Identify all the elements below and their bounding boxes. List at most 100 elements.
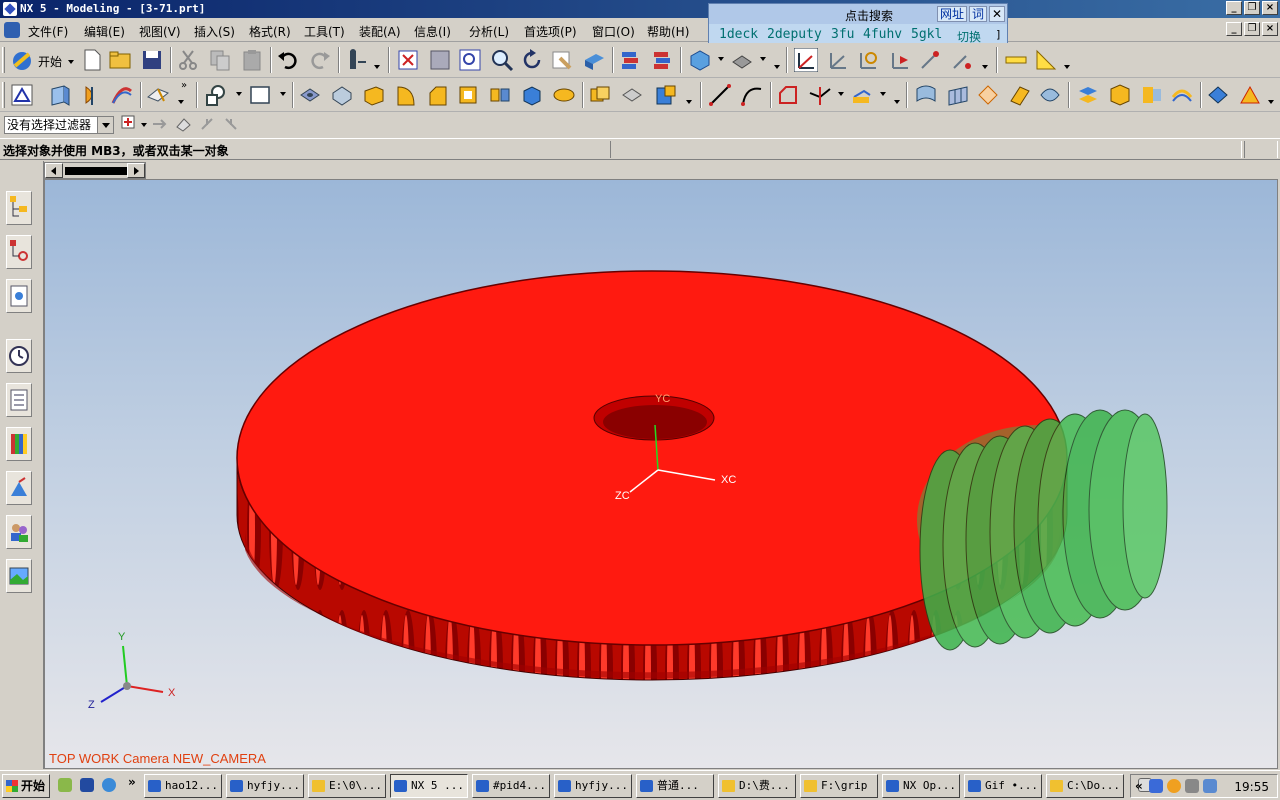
document-icon[interactable] (4, 22, 20, 38)
layer-settings-icon[interactable] (650, 48, 674, 72)
search-word-button[interactable]: 词 (968, 6, 987, 22)
curve-mesh-icon[interactable] (976, 83, 1000, 107)
undo-icon[interactable] (276, 48, 300, 72)
process-studio-tab[interactable] (6, 471, 32, 505)
minimize-button[interactable]: _ (1226, 1, 1242, 15)
zoom-icon[interactable] (490, 48, 514, 72)
offset-surface-icon[interactable] (1170, 83, 1194, 107)
taskbar-item[interactable]: #pid4... (472, 774, 550, 798)
subtract-icon[interactable] (620, 83, 644, 107)
sketch-shape-icon[interactable] (204, 83, 228, 107)
pan-icon[interactable] (550, 48, 574, 72)
reuse-library-tab[interactable] (6, 383, 32, 417)
menu-tools[interactable]: 工具(T) (304, 23, 345, 40)
n-sided-surface-icon[interactable] (1108, 83, 1132, 107)
menu-assembly[interactable]: 装配(A) (359, 23, 401, 40)
snap-point-icon[interactable] (198, 115, 216, 133)
hole-icon[interactable] (298, 83, 322, 107)
view-orient-icon[interactable] (582, 48, 606, 72)
taskbar-item[interactable]: NX Op... (882, 774, 960, 798)
volume-icon[interactable] (1185, 779, 1199, 793)
save-icon[interactable] (140, 48, 164, 72)
information-icon[interactable] (344, 48, 368, 72)
menu-analysis[interactable]: 分析(L) (469, 23, 509, 40)
start-button[interactable]: 开始 (10, 48, 74, 74)
clock[interactable]: 19:55 (1234, 780, 1269, 794)
measure-angle-icon[interactable] (1034, 48, 1058, 72)
toolbar-grip[interactable] (2, 82, 5, 108)
constraint-navigator-tab[interactable] (6, 235, 32, 269)
toolbar-overflow-icon[interactable]: » (181, 80, 187, 91)
taskbar-item[interactable]: Gif •... (964, 774, 1042, 798)
palette-tab[interactable] (6, 427, 32, 461)
mirror-icon[interactable] (520, 83, 544, 107)
patch-icon[interactable] (1238, 83, 1262, 107)
instance-icon[interactable] (488, 83, 512, 107)
wcs-origin-icon[interactable] (826, 48, 850, 72)
through-curves-icon[interactable] (946, 83, 970, 107)
shell-icon[interactable] (456, 83, 480, 107)
wcs-display-icon[interactable] (950, 48, 974, 72)
rotate-icon[interactable] (520, 48, 544, 72)
navigator-scrollbar[interactable] (44, 162, 146, 179)
assembly-navigator-tab[interactable] (6, 191, 32, 225)
taskbar-item[interactable]: D:\费... (718, 774, 796, 798)
doc-restore-button[interactable]: ❐ (1244, 22, 1260, 36)
start-menu-button[interactable]: 开始 (2, 774, 50, 798)
quicklaunch-icon[interactable] (58, 778, 72, 792)
tray-app-icon[interactable] (1203, 779, 1217, 793)
scroll-thumb[interactable] (65, 167, 127, 175)
edge-display-icon[interactable] (730, 48, 754, 72)
swept-surface-icon[interactable] (1008, 83, 1032, 107)
menu-format[interactable]: 格式(R) (249, 23, 291, 40)
new-file-icon[interactable] (80, 48, 104, 72)
menu-help[interactable]: 帮助(H) (647, 23, 689, 40)
toolbar-grip[interactable] (2, 47, 5, 73)
rectangle-icon[interactable] (248, 83, 272, 107)
title-bar[interactable]: NX 5 - Modeling - [3-71.prt] _ ❐ × (0, 0, 1280, 18)
doc-close-button[interactable]: × (1262, 22, 1278, 36)
layer-icon[interactable] (618, 48, 642, 72)
part-navigator-tab[interactable] (6, 279, 32, 313)
offset-curve-icon[interactable] (850, 83, 874, 107)
system-scene-tab[interactable] (6, 559, 32, 593)
trim-body-icon[interactable] (654, 83, 678, 107)
taskbar-item[interactable]: hyfjy... (554, 774, 632, 798)
select-general-icon[interactable] (120, 114, 140, 134)
revolve-icon[interactable] (80, 83, 104, 107)
line-icon[interactable] (708, 83, 732, 107)
cut-icon[interactable] (176, 48, 200, 72)
wcs-dynamic-icon[interactable] (794, 48, 818, 72)
qq-icon[interactable] (1167, 779, 1181, 793)
taskbar-item[interactable]: 普通... (636, 774, 714, 798)
menu-information[interactable]: 信息(I) (414, 23, 451, 40)
wcs-change-icon[interactable] (918, 48, 942, 72)
quicklaunch-overflow-icon[interactable]: » (128, 775, 136, 789)
wcs-orient-icon[interactable] (888, 48, 912, 72)
snap-point-options-icon[interactable] (222, 115, 240, 133)
measure-distance-icon[interactable] (1004, 48, 1028, 72)
edge-blend-icon[interactable] (394, 83, 418, 107)
menu-view[interactable]: 视图(V) (139, 23, 181, 40)
close-button[interactable]: × (1262, 1, 1278, 15)
taskbar-item[interactable]: hyfjy... (226, 774, 304, 798)
search-keyword[interactable]: 4fuhv (863, 27, 902, 42)
menu-edit[interactable]: 编辑(E) (84, 23, 125, 40)
menu-file[interactable]: 文件(F) (28, 23, 68, 40)
menu-insert[interactable]: 插入(S) (194, 23, 235, 40)
paste-icon[interactable] (240, 48, 264, 72)
search-popup-label[interactable]: 点击搜索 (845, 7, 893, 24)
extrude-icon[interactable] (48, 83, 72, 107)
copy-icon[interactable] (208, 48, 232, 72)
bridge-surface-icon[interactable] (1076, 83, 1100, 107)
nx-app-icon[interactable] (3, 2, 17, 16)
unite-icon[interactable] (588, 83, 612, 107)
browser-icon[interactable] (102, 778, 116, 792)
fit-icon[interactable] (396, 48, 420, 72)
scroll-left-button[interactable] (45, 163, 63, 178)
history-tab[interactable] (6, 339, 32, 373)
render-style-icon[interactable] (688, 48, 712, 72)
arc-icon[interactable] (740, 83, 764, 107)
search-close-button[interactable]: ✕ (989, 6, 1005, 22)
tray-expand-icon[interactable]: « (1135, 779, 1143, 793)
